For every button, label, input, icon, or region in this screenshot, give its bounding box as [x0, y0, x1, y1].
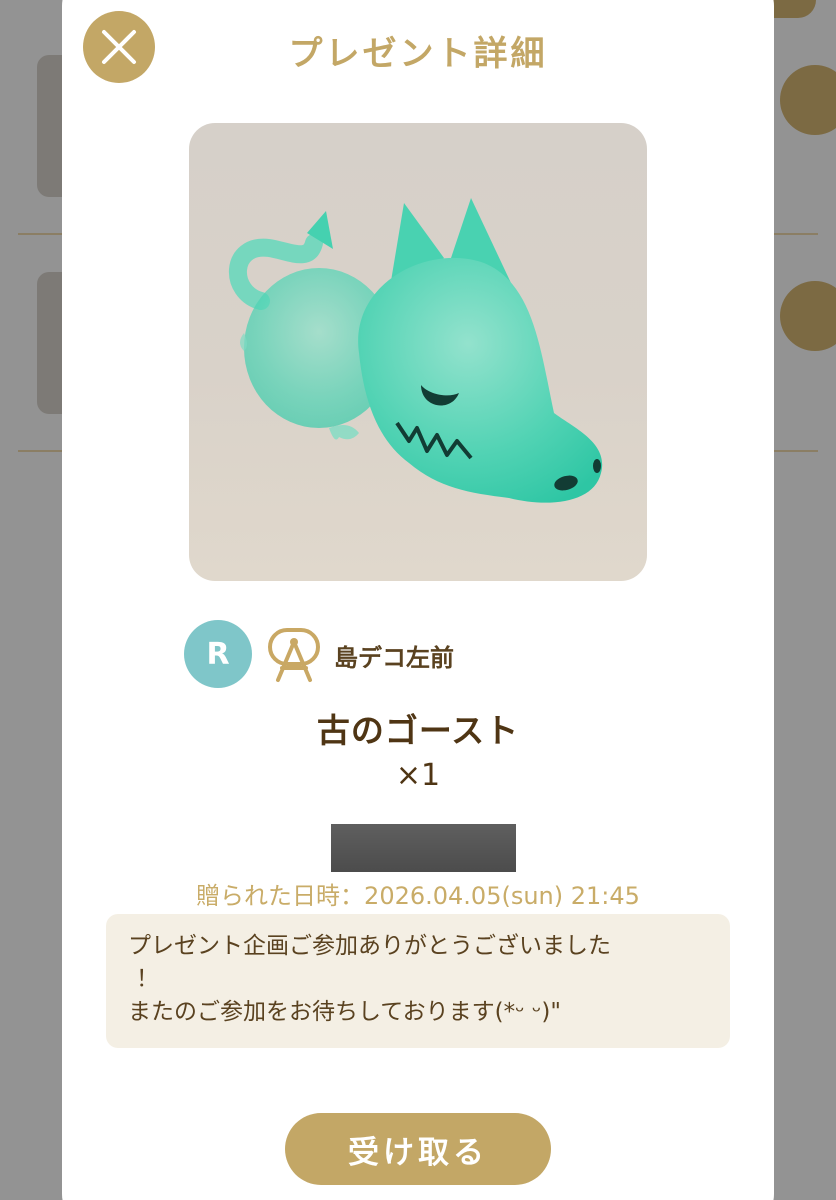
background-button	[780, 65, 836, 135]
message-line: プレゼント企画ご参加ありがとうございました	[128, 933, 611, 959]
item-quantity: ×1	[395, 758, 441, 793]
item-name: 古のゴースト	[316, 711, 520, 750]
sent-date: 贈られた日時：2026.04.05(sun) 21:45	[196, 882, 640, 910]
background-button	[780, 281, 836, 351]
message-box: プレゼント企画ご参加ありがとうございました ！ またのご参加をお待ちしております…	[106, 914, 730, 1048]
avatar[interactable]: R	[184, 620, 252, 688]
receive-button[interactable]: 受け取る	[285, 1113, 551, 1185]
present-image	[189, 123, 647, 581]
redaction-bar	[331, 824, 516, 872]
rank-badge-icon	[268, 628, 320, 682]
dialog-title: プレゼント詳細	[288, 34, 548, 74]
message-line: またのご参加をお待ちしております(*ᵕ ᵕ)"	[128, 999, 561, 1025]
message-line: ！	[136, 966, 159, 992]
sender-name: 島デコ左前	[334, 644, 454, 672]
ghost-dragon-icon	[229, 198, 603, 503]
